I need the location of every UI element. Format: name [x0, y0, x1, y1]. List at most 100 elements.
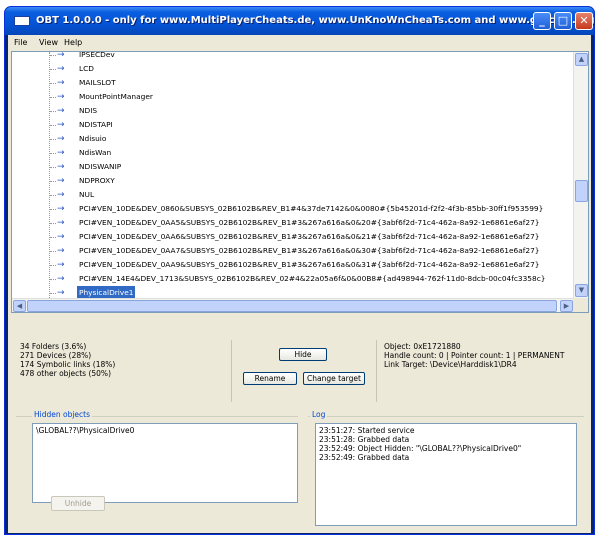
- stats-panel: 34 Folders (3.6%) 271 Devices (28%) 174 …: [20, 342, 115, 378]
- tree-connector: [50, 181, 56, 182]
- tree-item[interactable]: → NDISWANIP: [12, 160, 572, 174]
- tree-item[interactable]: → NUL: [12, 188, 572, 202]
- object-counts: Handle count: 0 | Pointer count: 1 | PER…: [384, 351, 565, 360]
- tree-connector: [50, 251, 56, 252]
- vertical-scrollbar[interactable]: ▲ ▼: [573, 52, 588, 298]
- tree-item-label: PCI#VEN_10DE&DEV_0AA9&SUBSYS_02B6102B&RE…: [79, 260, 540, 269]
- tree-item-label: NDPROXY: [79, 176, 115, 185]
- stat-folders: 34 Folders (3.6%): [20, 342, 87, 351]
- title-bar[interactable]: OBT 1.0.0.0 - only for www.MultiPlayerCh…: [5, 7, 595, 35]
- tree-connector: [50, 83, 56, 84]
- tree-connector: [50, 195, 56, 196]
- tree-item-label: NDIS: [79, 106, 98, 115]
- log-line: 23:51:28: Grabbed data: [319, 435, 410, 444]
- scroll-down-button[interactable]: ▼: [575, 284, 588, 297]
- tree-item-label: PCI#VEN_10DE&DEV_0860&SUBSYS_02B6102B&RE…: [79, 204, 544, 213]
- object-link-target: Link Target: \Device\Harddisk1\DR4: [384, 360, 517, 369]
- tree-connector: [50, 265, 56, 266]
- tree-item-label: LCD: [79, 64, 94, 73]
- tree-item-label: Ndisuio: [79, 134, 107, 143]
- tree-connector: [50, 279, 56, 280]
- log-title: Log: [310, 410, 328, 419]
- tree-item[interactable]: → PCI#VEN_10DE&DEV_0AA6&SUBSYS_02B6102B&R…: [12, 230, 572, 244]
- menu-help[interactable]: Help: [64, 38, 82, 47]
- close-button[interactable]: ✕: [575, 12, 593, 30]
- tree-connector: [50, 293, 56, 294]
- log-list[interactable]: 23:51:27: Started service 23:51:28: Grabb…: [315, 423, 577, 526]
- tree-connector: [50, 237, 56, 238]
- divider: [308, 416, 584, 417]
- tree-item-label: NUL: [79, 190, 95, 199]
- tree-connector: [50, 69, 56, 70]
- tree-connector: [50, 209, 56, 210]
- unhide-button[interactable]: Unhide: [51, 496, 105, 511]
- tree-item[interactable]: → PhysicalDrive1: [12, 286, 572, 298]
- divider: [231, 340, 232, 402]
- symlink-arrow-icon: →: [57, 274, 65, 284]
- tree-item-label: PCI#VEN_10DE&DEV_0AA7&SUBSYS_02B6102B&RE…: [79, 246, 540, 255]
- scrollbar-corner: [573, 298, 588, 312]
- maximize-button[interactable]: □: [554, 12, 572, 30]
- tree-item-label: MAILSLOT: [79, 78, 116, 87]
- tree-item-label: NDISTAPI: [79, 120, 113, 129]
- tree-item[interactable]: → NDIS: [12, 104, 572, 118]
- tree-item-label: MountPointManager: [79, 92, 153, 101]
- divider: [376, 340, 377, 402]
- scroll-right-button[interactable]: ▶: [560, 300, 573, 312]
- tree-item[interactable]: → MAILSLOT: [12, 76, 572, 90]
- tree-item[interactable]: → NDPROXY: [12, 174, 572, 188]
- tree-connector: [50, 97, 56, 98]
- menu-bar: File View Help: [8, 35, 591, 51]
- symlink-arrow-icon: →: [57, 92, 65, 102]
- tree-connector: [50, 55, 56, 56]
- minimize-button[interactable]: _: [533, 12, 551, 30]
- scroll-left-button[interactable]: ◀: [13, 300, 26, 312]
- tree-item-label: PCI#VEN_14E4&DEV_1713&SUBSYS_02B6102B&RE…: [79, 274, 546, 283]
- change-target-button[interactable]: Change target: [303, 372, 365, 385]
- symlink-arrow-icon: →: [57, 106, 65, 116]
- tree-item[interactable]: → MountPointManager: [12, 90, 572, 104]
- symlink-arrow-icon: →: [57, 78, 65, 88]
- tree-item-label: PCI#VEN_10DE&DEV_0AA6&SUBSYS_02B6102B&RE…: [79, 232, 540, 241]
- log-line: 23:52:49: Object Hidden: "\GLOBAL??\Phys…: [319, 444, 522, 453]
- tree-connector: [50, 125, 56, 126]
- rename-button[interactable]: Rename: [243, 372, 297, 385]
- menu-file[interactable]: File: [14, 38, 27, 47]
- symlink-arrow-icon: →: [57, 64, 65, 74]
- hidden-objects-title: Hidden objects: [32, 410, 93, 419]
- horizontal-scrollbar[interactable]: ◀ ▶: [12, 298, 574, 312]
- tree-item[interactable]: → NDISTAPI: [12, 118, 572, 132]
- stat-other: 478 other objects (50%): [20, 369, 111, 378]
- hide-button[interactable]: Hide: [279, 348, 327, 361]
- app-icon: [14, 16, 30, 26]
- tree-item[interactable]: → PCI#VEN_10DE&DEV_0AA5&SUBSYS_02B6102B&R…: [12, 216, 572, 230]
- scroll-up-button[interactable]: ▲: [575, 53, 588, 66]
- tree-item[interactable]: → Ndisuio: [12, 132, 572, 146]
- symlink-arrow-icon: →: [57, 134, 65, 144]
- tree-item[interactable]: → NdisWan: [12, 146, 572, 160]
- object-address: Object: 0xE1721880: [384, 342, 461, 351]
- tree-item[interactable]: → PCI#VEN_10DE&DEV_0860&SUBSYS_02B6102B&R…: [12, 202, 572, 216]
- object-tree[interactable]: → IPSECDev → LCD → MAILSLOT → MountPointManager…: [11, 51, 589, 313]
- object-info: Object: 0xE1721880 Handle count: 0 | Poi…: [384, 342, 564, 369]
- tree-item[interactable]: → PCI#VEN_14E4&DEV_1713&SUBSYS_02B6102B&R…: [12, 272, 572, 286]
- tree-item[interactable]: → PCI#VEN_10DE&DEV_0AA9&SUBSYS_02B6102B&R…: [12, 258, 572, 272]
- symlink-arrow-icon: →: [57, 218, 65, 228]
- client-area: File View Help → IPSECDev → LCD → MAILSLOT → Mo…: [8, 35, 591, 533]
- symlink-arrow-icon: →: [57, 120, 65, 130]
- hidden-object-item[interactable]: \GLOBAL??\PhysicalDrive0: [36, 426, 294, 435]
- menu-view[interactable]: View: [39, 38, 58, 47]
- tree-item-label: NDISWANIP: [79, 162, 122, 171]
- symlink-arrow-icon: →: [57, 260, 65, 270]
- hidden-objects-list[interactable]: \GLOBAL??\PhysicalDrive0: [32, 423, 298, 503]
- tree-connector: [50, 167, 56, 168]
- symlink-arrow-icon: →: [57, 176, 65, 186]
- symlink-arrow-icon: →: [57, 204, 65, 214]
- vertical-scroll-thumb[interactable]: [575, 180, 588, 202]
- tree-item[interactable]: → PCI#VEN_10DE&DEV_0AA7&SUBSYS_02B6102B&R…: [12, 244, 572, 258]
- tree-connector: [50, 223, 56, 224]
- tree-item[interactable]: → LCD: [12, 62, 572, 76]
- symlink-arrow-icon: →: [57, 246, 65, 256]
- horizontal-scroll-thumb[interactable]: [27, 300, 557, 312]
- tree-item[interactable]: → IPSECDev: [12, 52, 572, 62]
